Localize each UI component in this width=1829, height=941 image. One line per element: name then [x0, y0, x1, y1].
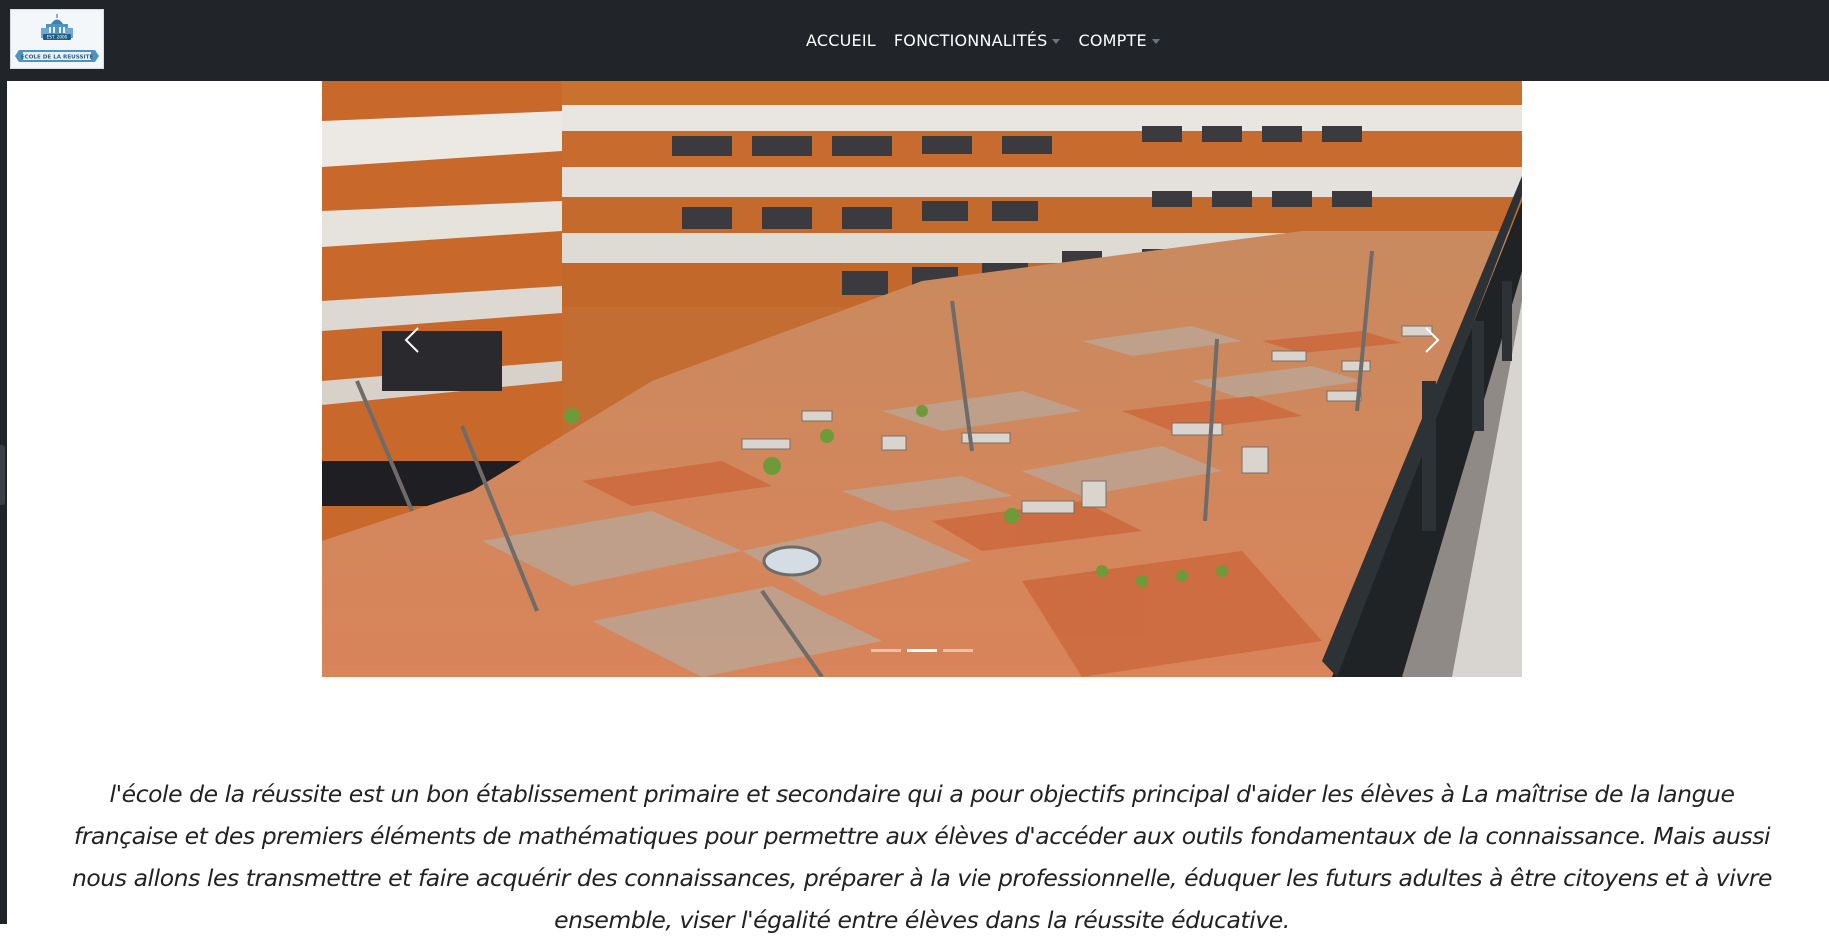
- carousel-indicators: [322, 649, 1522, 652]
- nav-link-fonctionnalites[interactable]: FONCTIONNALITÉS: [894, 31, 1061, 50]
- image-carousel: [322, 81, 1522, 677]
- carousel-indicator-active[interactable]: [907, 649, 937, 652]
- dropdown-caret-icon: [1052, 39, 1061, 44]
- dropdown-caret-icon: [1151, 39, 1160, 44]
- school-description: l'école de la réussite est un bon établi…: [71, 780, 1773, 934]
- nav-menu: ACCUEIL FONCTIONNALITÉS COMPTE: [806, 0, 1160, 81]
- logo-badge-text: EST. 2000: [47, 35, 68, 40]
- nav-link-label: ACCUEIL: [806, 31, 876, 50]
- logo-ribbon-text: ECOLE DE LA REUSSITE: [21, 55, 94, 61]
- sidebar-handle[interactable]: [0, 445, 5, 505]
- carousel-prev-control[interactable]: [322, 81, 492, 677]
- campus-courtyard-image: [322, 81, 1522, 677]
- carousel-indicator[interactable]: [943, 649, 973, 652]
- nav-link-accueil[interactable]: ACCUEIL: [806, 31, 876, 50]
- nav-link-label: FONCTIONNALITÉS: [893, 31, 1048, 50]
- carousel-indicator[interactable]: [871, 649, 901, 652]
- chevron-left-icon: [404, 327, 419, 353]
- top-navbar: EST. 2000 ECOLE DE LA REUSSITE ACCUEIL F…: [0, 0, 1829, 81]
- school-crest-icon: EST. 2000 ECOLE DE LA REUSSITE: [13, 12, 101, 66]
- nav-link-label: COMPTE: [1078, 31, 1147, 50]
- nav-link-compte[interactable]: COMPTE: [1078, 31, 1160, 50]
- school-logo[interactable]: EST. 2000 ECOLE DE LA REUSSITE: [10, 9, 104, 69]
- chevron-right-icon: [1425, 327, 1440, 353]
- carousel-next-control[interactable]: [1352, 81, 1522, 677]
